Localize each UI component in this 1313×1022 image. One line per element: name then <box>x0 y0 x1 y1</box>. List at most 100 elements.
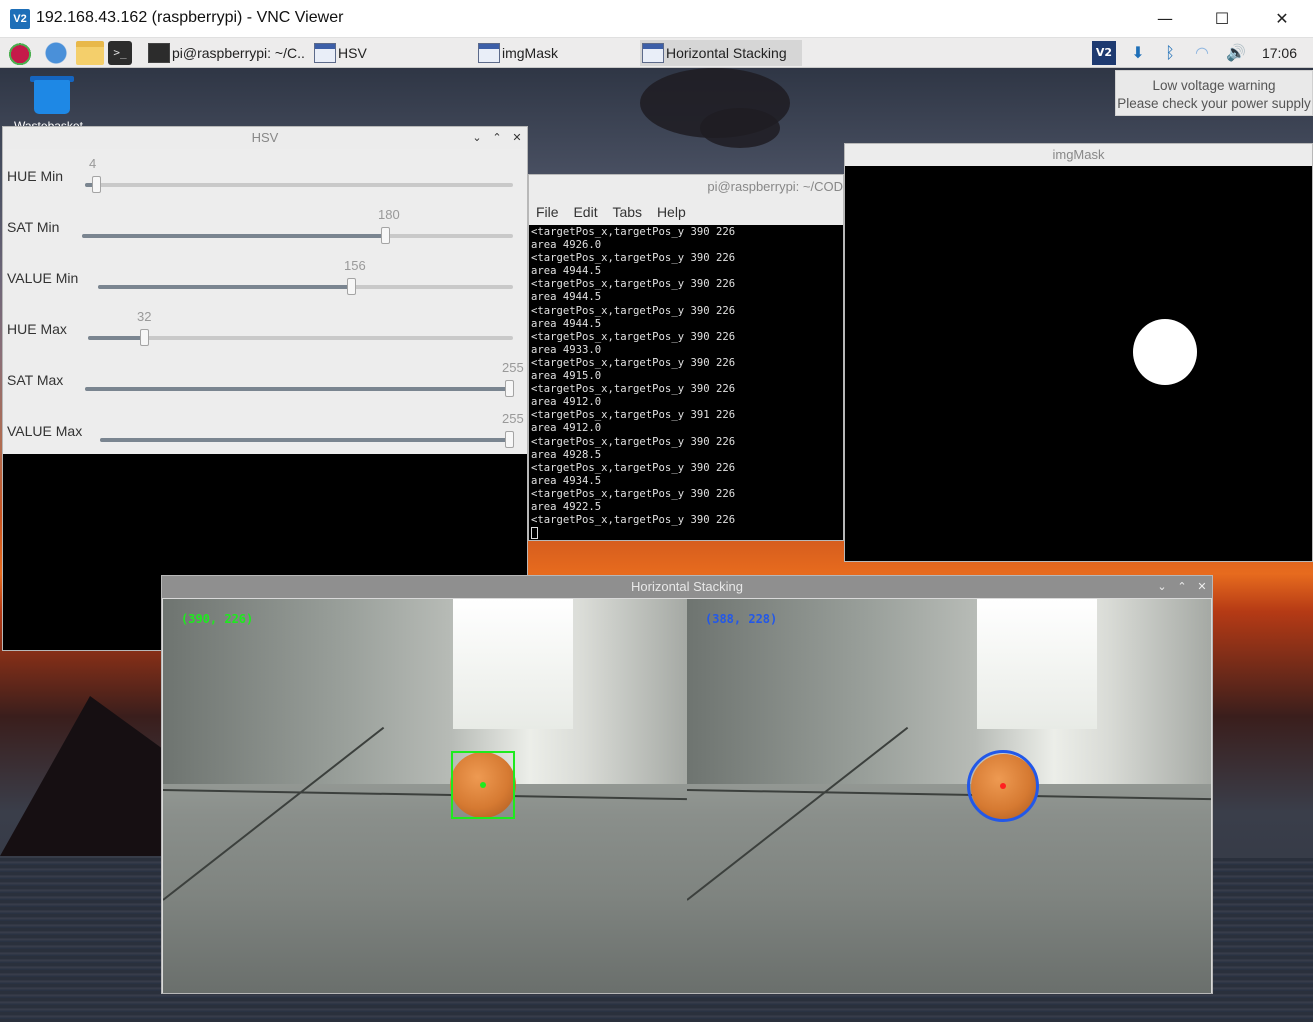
task-label: HSV <box>338 45 367 61</box>
imgmask-window: imgMask <box>844 143 1313 562</box>
maximize-icon[interactable]: ⌃ <box>489 129 505 147</box>
menu-help[interactable]: Help <box>657 204 686 220</box>
task-hsv[interactable]: HSV <box>312 40 470 66</box>
task-horizontal-stacking[interactable]: Horizontal Stacking <box>640 40 802 66</box>
wall-background <box>687 599 1211 784</box>
task-label: pi@raspberrypi: ~/C... <box>172 45 306 61</box>
slider-fill <box>85 387 509 391</box>
terminal-output[interactable]: <targetPos_x,targetPos_y 390 226 area 49… <box>529 225 843 540</box>
task-label: Horizontal Stacking <box>666 45 787 61</box>
hue-max-slider[interactable] <box>88 329 513 346</box>
sat-min-slider[interactable] <box>82 227 513 244</box>
volume-icon[interactable]: 🔊 <box>1224 41 1248 65</box>
terminal-line: <targetPos_x,targetPos_y 390 226 <box>531 304 736 317</box>
slider-value-sat-max: 255 <box>502 360 524 375</box>
window-light <box>453 599 573 729</box>
terminal-line: area 4922.5 <box>531 500 602 513</box>
vnc-close-button[interactable]: ✕ <box>1259 4 1305 34</box>
terminal-launcher-icon[interactable]: >_ <box>108 41 132 65</box>
terminal-window: pi@raspberrypi: ~/COD File Edit Tabs Hel… <box>528 174 844 541</box>
cloud-shape <box>700 108 780 148</box>
menu-file[interactable]: File <box>536 204 559 220</box>
terminal-line: <targetPos_x,targetPos_y 390 226 <box>531 356 736 369</box>
terminal-line: area 4912.0 <box>531 396 602 409</box>
slider-value-hue-max: 32 <box>137 309 152 324</box>
minimize-icon[interactable]: ⌄ <box>469 129 485 147</box>
vnc-logo-icon: V2 <box>10 9 30 29</box>
slider-thumb[interactable] <box>505 380 514 397</box>
terminal-line: <targetPos_x,targetPos_y 390 226 <box>531 330 736 343</box>
browser-icon[interactable] <box>44 41 68 65</box>
value-max-slider[interactable] <box>100 431 514 448</box>
wastebasket-icon[interactable] <box>34 80 70 114</box>
left-coordinate-label: (390, 226) <box>181 612 254 626</box>
stacking-window-title: Horizontal Stacking <box>162 576 1212 598</box>
slider-fill <box>100 438 509 442</box>
vnc-title-bar: V2 192.168.43.162 (raspberrypi) - VNC Vi… <box>0 0 1313 38</box>
slider-thumb[interactable] <box>347 278 356 295</box>
terminal-line: area 4912.0 <box>531 422 602 435</box>
value-min-slider[interactable] <box>98 278 513 295</box>
terminal-cursor-line <box>531 527 843 540</box>
terminal-line: <targetPos_x,targetPos_y 390 226 <box>531 383 736 396</box>
terminal-line: <targetPos_x,targetPos_y 391 226 <box>531 409 736 422</box>
close-icon[interactable]: ✕ <box>1194 578 1210 596</box>
terminal-line: <targetPos_x,targetPos_y 390 226 <box>531 514 736 527</box>
terminal-line: area 4926.0 <box>531 239 602 252</box>
menu-tabs[interactable]: Tabs <box>612 204 642 220</box>
task-label: imgMask <box>502 45 559 61</box>
wall-background <box>163 599 687 784</box>
raspberry-menu-icon[interactable] <box>8 41 32 65</box>
notification-title: Low voltage warning <box>1152 78 1276 93</box>
vnc-minimize-button[interactable]: — <box>1142 4 1188 34</box>
slider-fill <box>88 336 144 340</box>
window-light <box>977 599 1097 729</box>
terminal-line: area 4933.0 <box>531 343 602 356</box>
menu-edit[interactable]: Edit <box>573 204 597 220</box>
slider-thumb[interactable] <box>140 329 149 346</box>
vnc-window-title: 192.168.43.162 (raspberrypi) - VNC Viewe… <box>36 9 344 26</box>
center-point <box>480 782 486 788</box>
terminal-icon <box>148 43 170 63</box>
slider-fill <box>98 285 351 289</box>
sat-max-slider[interactable] <box>85 380 514 397</box>
slider-label-hue-min: HUE Min <box>7 168 64 184</box>
bluetooth-icon[interactable]: ᛒ <box>1158 41 1182 65</box>
horizontal-stacking-window: Horizontal Stacking ⌄ ⌃ ✕ (390, 226) (38… <box>161 575 1213 994</box>
terminal-line: area 4944.5 <box>531 291 602 304</box>
terminal-line: area 4928.5 <box>531 448 602 461</box>
download-icon[interactable]: ⬇ <box>1126 41 1150 65</box>
slider-thumb[interactable] <box>381 227 390 244</box>
terminal-line: <targetPos_x,targetPos_y 390 226 <box>531 435 736 448</box>
minimize-icon[interactable]: ⌄ <box>1154 578 1170 596</box>
slider-thumb[interactable] <box>92 176 101 193</box>
slider-thumb[interactable] <box>505 431 514 448</box>
task-imgmask[interactable]: imgMask <box>476 40 634 66</box>
slider-value-hue-min: 4 <box>89 156 97 171</box>
mask-image <box>845 166 1312 561</box>
terminal-cursor <box>531 527 538 540</box>
window-icon <box>642 43 664 63</box>
terminal-line: area 4915.0 <box>531 370 602 383</box>
slider-value-value-max: 255 <box>502 411 524 426</box>
slider-label-sat-max: SAT Max <box>7 372 64 388</box>
file-manager-icon[interactable] <box>76 41 104 65</box>
right-coordinate-label: (388, 228) <box>705 612 778 626</box>
maximize-icon[interactable]: ⌃ <box>1174 578 1190 596</box>
slider-label-value-max: VALUE Max <box>7 423 83 439</box>
hsv-window: HSV ⌄ ⌃ ✕ HUE Min 4 SAT Min 180 VALUE Mi… <box>2 126 528 651</box>
close-icon[interactable]: ✕ <box>509 129 525 147</box>
hue-min-slider[interactable] <box>85 176 513 193</box>
wifi-icon[interactable]: ◠ <box>1190 41 1214 65</box>
vnc-maximize-button[interactable]: ☐ <box>1199 4 1245 34</box>
mask-blob <box>1133 319 1197 385</box>
vnc-tray-icon[interactable]: V2 <box>1092 41 1116 65</box>
floor-line <box>163 789 687 801</box>
task-terminal[interactable]: pi@raspberrypi: ~/C... <box>146 40 306 66</box>
slider-label-sat-min: SAT Min <box>7 219 60 235</box>
slider-fill <box>82 234 385 238</box>
terminal-title: pi@raspberrypi: ~/COD <box>707 179 843 194</box>
taskbar: >_ pi@raspberrypi: ~/C... HSV imgMask Ho… <box>0 38 1313 68</box>
terminal-line: <targetPos_x,targetPos_y 390 226 <box>531 487 736 500</box>
low-voltage-notification[interactable]: Low voltage warning Please check your po… <box>1115 70 1313 116</box>
